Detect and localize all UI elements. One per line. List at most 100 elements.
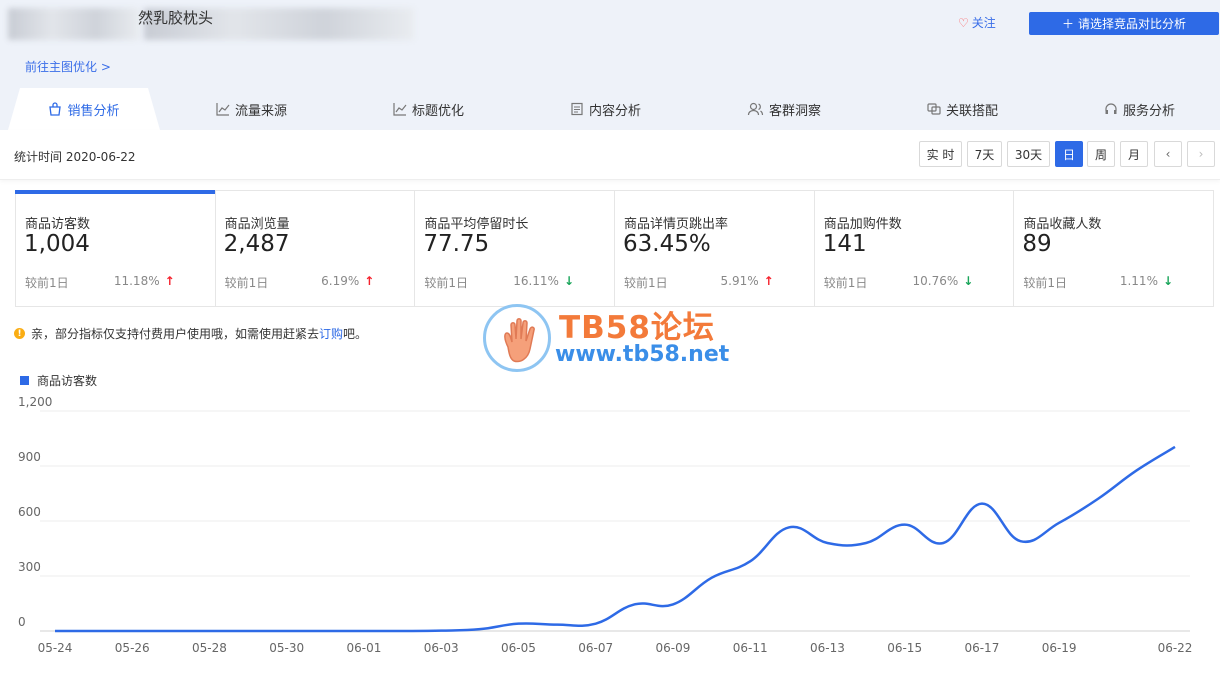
data-point[interactable]: 06-09: 145 <box>667 598 679 610</box>
compare-competitor-button[interactable]: ＋ 请选择竞品对比分析 <box>1029 12 1219 35</box>
period-7d-button[interactable]: 7天 <box>967 141 1002 167</box>
kpi-change: 1.11% ↓ <box>1120 274 1173 288</box>
trend-icon <box>393 103 407 116</box>
kpi-name: 商品收藏人数 <box>1023 217 1102 232</box>
data-point[interactable]: 05-24: 0 <box>49 625 61 637</box>
data-point[interactable]: 05-25: 0 <box>88 625 100 637</box>
x-tick-label: 06-11 <box>733 641 768 655</box>
kpi-compare-label: 较前1日 <box>224 276 269 290</box>
data-point[interactable]: 06-14: 480 <box>860 537 872 549</box>
data-point[interactable]: 06-06: 35 <box>551 619 563 631</box>
data-point[interactable]: 06-13: 480 <box>821 537 833 549</box>
kpi-change: 16.11% ↓ <box>513 274 574 288</box>
x-tick-label: 06-09 <box>655 641 690 655</box>
kpi-compare-label: 较前1日 <box>1023 276 1067 290</box>
kpi-change: 5.91% ↑ <box>721 274 774 288</box>
follow-label: 关注 <box>971 16 996 30</box>
y-tick-label: 600 <box>18 505 41 519</box>
follow-button[interactable]: ♡ 关注 <box>958 14 996 31</box>
data-point[interactable]: 05-31: 0 <box>319 625 331 637</box>
tab-content-analysis[interactable]: 内容分析 <box>570 88 641 130</box>
product-image-blurred <box>8 8 140 40</box>
period-30d-button[interactable]: 30天 <box>1007 141 1050 167</box>
kpi-change-value: 16.11% <box>513 274 559 288</box>
trend-icon <box>216 103 230 116</box>
tab-traffic-source[interactable]: 流量来源 <box>216 88 287 130</box>
data-point[interactable]: 06-01: 0 <box>358 625 370 637</box>
subscribe-link[interactable]: 订购 <box>319 327 343 341</box>
x-tick-label: 05-30 <box>269 641 304 655</box>
kpi-value: 141 <box>822 231 867 257</box>
kpi-card-pageviews[interactable]: 商品浏览量 2,487 较前1日 6.19% ↑ <box>216 191 416 306</box>
chart-legend[interactable]: 商品访客数 <box>20 372 97 389</box>
next-date-button[interactable]: › <box>1187 141 1215 167</box>
series-line-visitors[interactable] <box>55 445 1176 633</box>
arrow-down-icon: ↓ <box>563 274 575 288</box>
tab-sales-analysis[interactable]: 销售分析 <box>8 88 160 130</box>
data-point[interactable]: 06-18: 490 <box>1015 535 1027 547</box>
kpi-compare-label: 较前1日 <box>424 276 468 290</box>
time-filter-row: 统计时间 2020-06-22 实 时 7天 30天 日 周 月 ‹ › <box>0 130 1220 180</box>
stat-time-label: 统计时间 2020-06-22 <box>14 150 136 164</box>
data-point[interactable]: 06-04: 10 <box>474 623 486 635</box>
data-point[interactable]: 06-10: 290 <box>706 572 718 584</box>
kpi-change: 11.18% ↑ <box>114 274 175 288</box>
data-point[interactable]: 06-12: 565 <box>783 521 795 533</box>
data-point[interactable]: 05-27: 0 <box>165 625 177 637</box>
data-point[interactable]: 05-30: 0 <box>281 625 293 637</box>
link-icon <box>927 103 941 115</box>
kpi-name: 商品访客数 <box>25 217 91 232</box>
data-point[interactable]: 06-05: 40 <box>512 618 524 630</box>
kpi-card-add-to-cart[interactable]: 商品加购件数 141 较前1日 10.76% ↓ <box>815 191 1015 306</box>
x-tick-label: 06-13 <box>810 641 845 655</box>
data-point[interactable]: 05-26: 0 <box>126 625 138 637</box>
data-point[interactable]: 06-08: 145 <box>628 598 640 610</box>
data-point[interactable]: 06-15: 580 <box>899 519 911 531</box>
kpi-name: 商品浏览量 <box>224 217 290 232</box>
data-point[interactable]: 06-11: 380 <box>744 555 756 567</box>
kpi-compare-label: 较前1日 <box>25 276 69 290</box>
goto-main-image-link[interactable]: 前往主图优化 > <box>25 58 111 75</box>
tab-audience-insight[interactable]: 客群洞察 <box>747 88 821 130</box>
data-point[interactable]: 06-20: 720 <box>1092 493 1104 505</box>
tab-related-match[interactable]: 关联搭配 <box>927 88 998 130</box>
arrow-up-icon: ↑ <box>763 274 774 288</box>
users-icon <box>747 102 764 116</box>
data-point[interactable]: 06-16: 480 <box>937 537 949 549</box>
headset-icon <box>1105 103 1117 114</box>
kpi-name: 商品详情页跳出率 <box>624 217 729 232</box>
data-point[interactable]: 06-17: 695 <box>976 498 988 510</box>
prev-date-button[interactable]: ‹ <box>1154 141 1182 167</box>
data-point[interactable]: 06-07: 40 <box>590 618 602 630</box>
kpi-change-value: 10.76% <box>912 274 959 288</box>
watermark-title: TB58论坛 <box>559 310 715 346</box>
period-day-button[interactable]: 日 <box>1055 141 1083 167</box>
watermark: TB58论坛 www.tb58.net <box>483 302 753 374</box>
kpi-card-bounce-rate[interactable]: 商品详情页跳出率 63.45% 较前1日 5.91% ↑ <box>615 191 815 306</box>
data-point[interactable]: 05-29: 0 <box>242 625 254 637</box>
kpi-card-avg-stay[interactable]: 商品平均停留时长 77.75 较前1日 16.11% ↓ <box>415 191 616 306</box>
data-point[interactable]: 06-21: 875 <box>1130 465 1142 477</box>
tab-service-analysis[interactable]: 服务分析 <box>1104 88 1175 130</box>
kpi-change-value: 11.18% <box>113 274 160 288</box>
tab-label: 关联搭配 <box>946 103 999 119</box>
heart-icon: ♡ <box>958 15 969 30</box>
x-tick-label: 05-26 <box>115 641 150 655</box>
data-point[interactable]: 06-03: 2 <box>435 625 447 637</box>
period-month-button[interactable]: 月 <box>1120 141 1148 167</box>
data-point[interactable]: 06-22: 1004 <box>1169 441 1181 453</box>
tab-title-optimization[interactable]: 标题优化 <box>393 88 464 130</box>
x-tick-label: 06-17 <box>964 641 999 655</box>
kpi-value: 89 <box>1022 231 1052 257</box>
kpi-card-visitors[interactable]: 商品访客数 1,004 较前1日 11.18% ↑ <box>15 190 216 306</box>
data-point[interactable]: 06-02: 0 <box>397 625 409 637</box>
data-point[interactable]: 06-19: 590 <box>1053 517 1065 529</box>
data-point[interactable]: 05-28: 0 <box>203 625 215 637</box>
product-name: 然乳胶枕头 <box>138 9 214 27</box>
x-tick-label: 06-15 <box>887 641 922 655</box>
kpi-card-favorites[interactable]: 商品收藏人数 89 较前1日 1.11% ↓ <box>1014 191 1213 306</box>
hand-icon <box>504 318 535 363</box>
visitors-line-chart: 0 300 600 900 1,200 05-24 05-26 05-28 05-30 06-01… <box>18 395 1192 655</box>
period-realtime-button[interactable]: 实 时 <box>919 141 962 167</box>
period-week-button[interactable]: 周 <box>1087 141 1115 167</box>
